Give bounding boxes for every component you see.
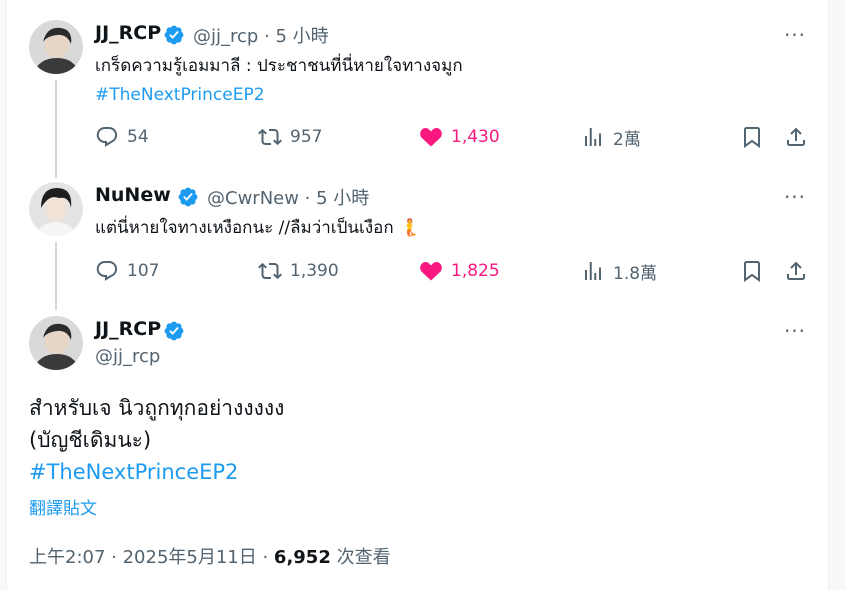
tweet-time[interactable]: · 5 小時 xyxy=(299,188,370,209)
like-button[interactable]: 1,430 xyxy=(419,122,500,152)
main-tweet-text: สำหรับเจ นิวถูกทุกอย่างงงงง (บัญชีเดิมนะ… xyxy=(29,392,284,488)
author-handle[interactable]: @CwrNew xyxy=(207,188,299,209)
bookmark-icon xyxy=(744,261,760,282)
views-count: 2萬 xyxy=(613,129,641,150)
repost-button[interactable]: 957 xyxy=(258,122,322,152)
share-icon xyxy=(787,261,805,280)
like-count: 1,825 xyxy=(451,261,500,281)
reply-button[interactable]: 107 xyxy=(95,256,159,286)
share-icon xyxy=(787,127,805,146)
like-icon xyxy=(420,261,442,281)
avatar[interactable] xyxy=(29,182,83,236)
avatar[interactable] xyxy=(29,20,83,74)
author-name[interactable]: JJ_RCP xyxy=(95,318,161,340)
reply-count: 107 xyxy=(127,261,160,281)
author-name[interactable]: JJ_RCP xyxy=(95,22,161,44)
views-icon xyxy=(585,128,601,146)
reply-icon xyxy=(96,261,118,281)
repost-icon xyxy=(258,128,282,146)
hashtag-link[interactable]: #TheNextPrinceEP2 xyxy=(95,81,463,110)
reply-button[interactable]: 54 xyxy=(95,122,149,152)
author-handle[interactable]: @jj_rcp xyxy=(193,26,258,47)
verified-badge-icon xyxy=(164,321,184,341)
author-handle[interactable]: @jj_rcp xyxy=(95,346,160,367)
avatar[interactable] xyxy=(29,316,83,370)
tweet-thread-card: JJ_RCP @jj_rcp · 5 小時 ··· เกร็ดความรู้เอ… xyxy=(6,0,829,590)
tweet-line: สำหรับเจ นิวถูกทุกอย่างงงงง xyxy=(29,396,285,420)
tweet-time[interactable]: · 5 小時 xyxy=(258,26,329,47)
views-label: 次查看 xyxy=(330,547,391,568)
tweet-text: เกร็ดความรู้เอมมาลี : ประชาชนที่นี่หายใจ… xyxy=(95,52,463,110)
hashtag-link[interactable]: #TheNextPrinceEP2 xyxy=(29,456,284,488)
author-name[interactable]: NuNew xyxy=(95,184,171,206)
tweet-line: (บัญชีเดิมนะ) xyxy=(29,428,152,452)
tweet-meta: @CwrNew · 5 小時 xyxy=(207,184,369,210)
more-icon[interactable]: ··· xyxy=(780,316,810,346)
repost-count: 1,390 xyxy=(290,261,339,281)
share-button[interactable] xyxy=(781,256,811,286)
repost-count: 957 xyxy=(290,127,323,147)
tweet-meta: @jj_rcp · 5 小時 xyxy=(193,22,329,48)
verified-badge-icon xyxy=(164,25,184,45)
bookmark-button[interactable] xyxy=(737,256,767,286)
bookmark-icon xyxy=(744,127,760,148)
like-icon xyxy=(420,127,442,147)
reply-icon xyxy=(96,127,118,147)
tweet-body: แต่นี่หายใจทางเหงือกนะ //ลืมว่าเป็นเงือก… xyxy=(95,218,421,238)
like-count: 1,430 xyxy=(451,127,500,147)
views-button[interactable]: 1.8萬 xyxy=(581,256,657,286)
post-timestamp: 上午2:07 · 2025年5月11日 · 6,952 次查看 xyxy=(29,543,391,569)
views-button[interactable]: 2萬 xyxy=(581,122,641,152)
thread-line xyxy=(55,242,57,310)
more-icon[interactable]: ··· xyxy=(780,20,810,50)
thread-line xyxy=(55,80,57,178)
like-button[interactable]: 1,825 xyxy=(419,256,500,286)
views-count: 1.8萬 xyxy=(613,263,658,284)
reply-count: 54 xyxy=(127,127,149,147)
post-date[interactable]: 上午2:07 · 2025年5月11日 · xyxy=(29,547,274,568)
more-icon[interactable]: ··· xyxy=(780,182,810,212)
bookmark-button[interactable] xyxy=(737,122,767,152)
verified-badge-icon xyxy=(178,187,198,207)
views-count: 6,952 xyxy=(273,547,331,568)
repost-icon xyxy=(258,262,282,280)
repost-button[interactable]: 1,390 xyxy=(258,256,339,286)
tweet-text: แต่นี่หายใจทางเหงือกนะ //ลืมว่าเป็นเงือก… xyxy=(95,214,420,243)
views-icon xyxy=(585,262,601,280)
tweet-body: เกร็ดความรู้เอมมาลี : ประชาชนที่นี่หายใจ… xyxy=(95,56,463,76)
translate-post-link[interactable]: 翻譯貼文 xyxy=(29,494,97,519)
share-button[interactable] xyxy=(781,122,811,152)
